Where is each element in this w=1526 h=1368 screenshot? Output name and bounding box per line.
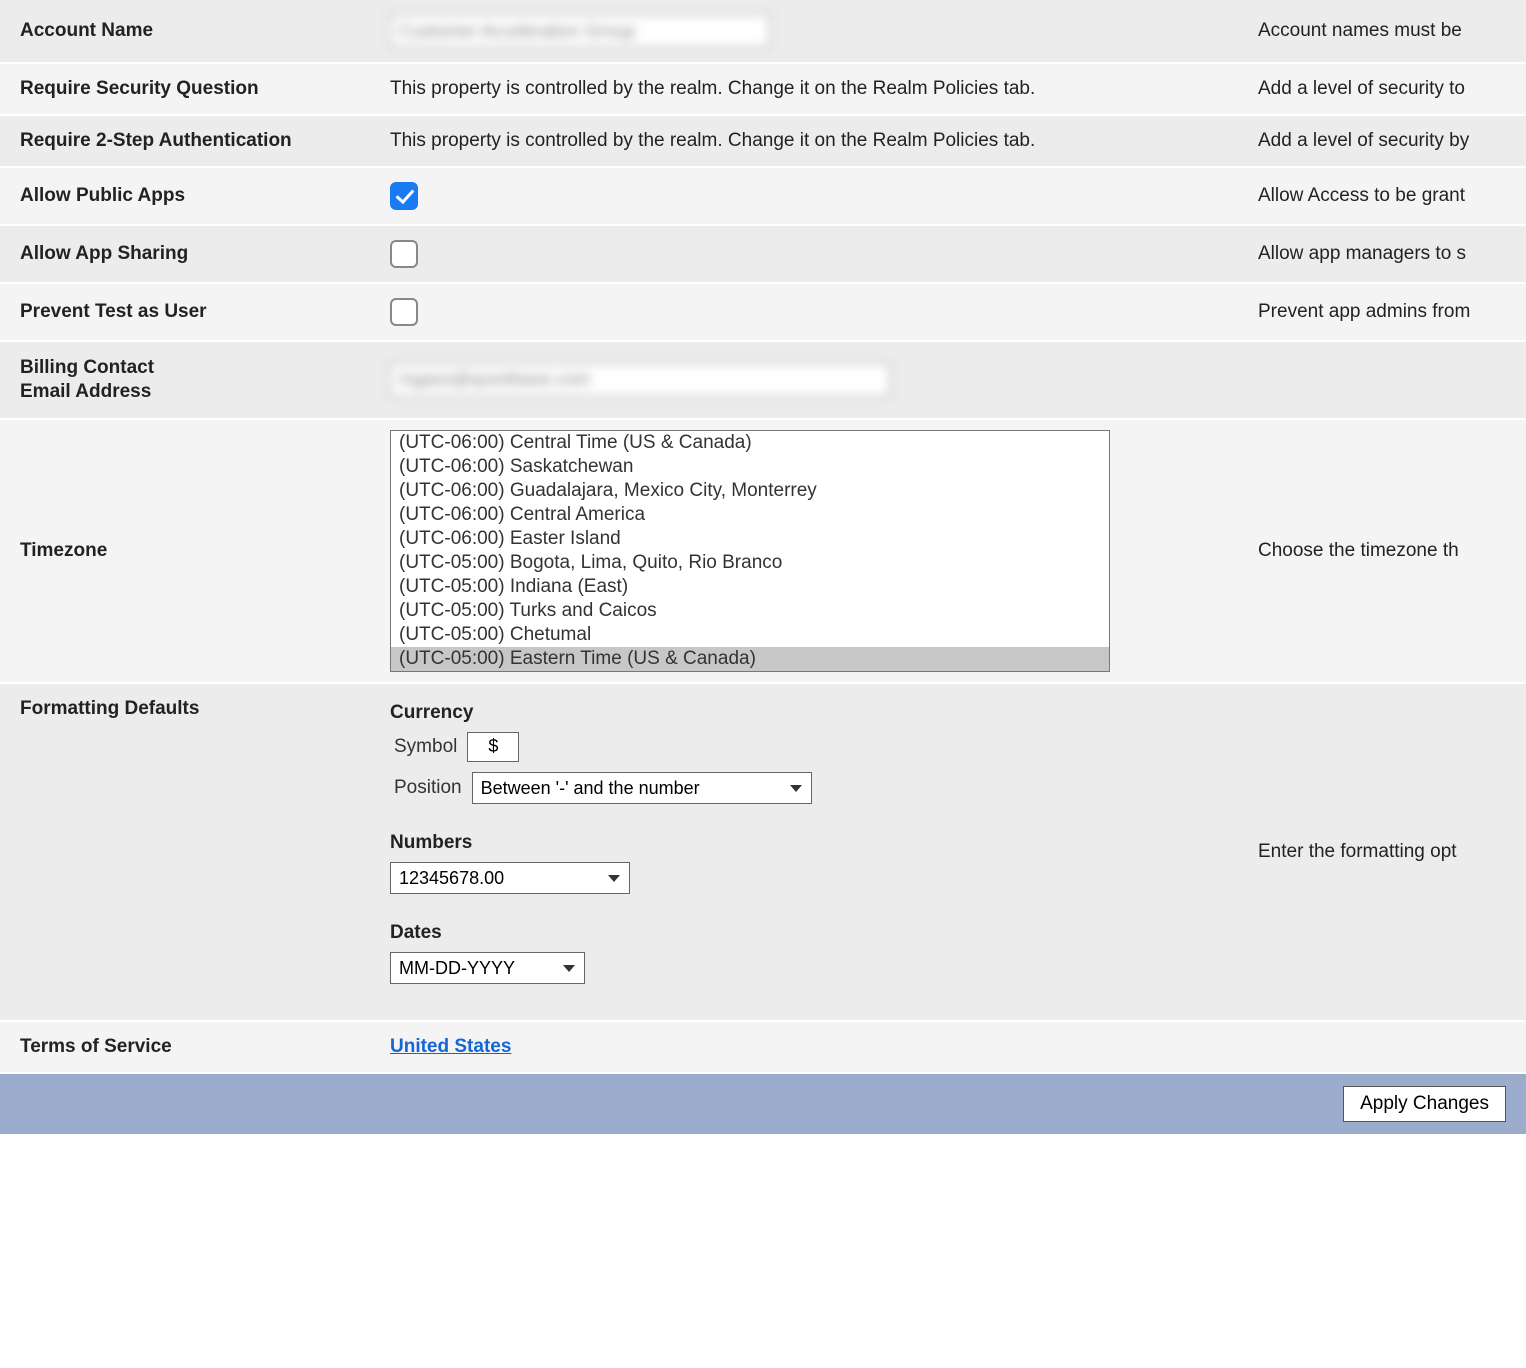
timezone-option[interactable]: (UTC-05:00) Turks and Caicos: [391, 599, 1109, 623]
timezone-listbox[interactable]: (UTC-06:00) Central Time (US & Canada)(U…: [390, 430, 1110, 672]
dates-row: MM-DD-YYYY: [390, 952, 585, 984]
currency-position-row: Position Between '-' and the number: [394, 772, 812, 804]
label-allow-public-apps: Allow Public Apps: [0, 168, 370, 224]
value-account-name: [370, 0, 1240, 62]
row-allow-app-sharing: Allow App Sharing Allow app managers to …: [0, 226, 1526, 284]
value-require-2fa: This property is controlled by the realm…: [370, 116, 1240, 166]
value-allow-public-apps: [370, 168, 1240, 224]
value-formatting-defaults: Currency Symbol Position Between '-' and…: [370, 684, 1240, 1020]
row-billing-contact: Billing Contact Email Address: [0, 342, 1526, 420]
settings-table: Account Name Account names must be Requi…: [0, 0, 1526, 1074]
row-terms-of-service: Terms of Service United States: [0, 1022, 1526, 1074]
label-account-name: Account Name: [0, 0, 370, 62]
billing-label-text: Billing Contact Email Address: [20, 356, 154, 404]
label-billing-contact: Billing Contact Email Address: [0, 342, 370, 418]
timezone-option[interactable]: (UTC-05:00) Bogota, Lima, Quito, Rio Bra…: [391, 551, 1109, 575]
timezone-option[interactable]: (UTC-06:00) Central America: [391, 503, 1109, 527]
label-terms-of-service: Terms of Service: [0, 1022, 370, 1072]
label-timezone: Timezone: [0, 420, 370, 682]
timezone-option[interactable]: (UTC-06:00) Easter Island: [391, 527, 1109, 551]
timezone-option[interactable]: (UTC-06:00) Central Time (US & Canada): [391, 431, 1109, 455]
desc-account-name: Account names must be: [1240, 0, 1526, 62]
account-name-input[interactable]: [390, 14, 770, 48]
row-allow-public-apps: Allow Public Apps Allow Access to be gra…: [0, 168, 1526, 226]
desc-formatting-defaults: Enter the formatting opt: [1240, 684, 1526, 1020]
currency-position-select-wrap: Between '-' and the number: [472, 772, 812, 804]
label-allow-app-sharing: Allow App Sharing: [0, 226, 370, 282]
value-terms-of-service: United States: [370, 1022, 1240, 1072]
currency-position-label: Position: [394, 777, 462, 799]
desc-timezone: Choose the timezone th: [1240, 420, 1526, 682]
currency-symbol-label: Symbol: [394, 736, 457, 758]
row-prevent-test-user: Prevent Test as User Prevent app admins …: [0, 284, 1526, 342]
dates-heading: Dates: [390, 922, 442, 944]
label-require-security-question: Require Security Question: [0, 64, 370, 114]
timezone-option[interactable]: (UTC-06:00) Saskatchewan: [391, 455, 1109, 479]
desc-require-security-question: Add a level of security to: [1240, 64, 1526, 114]
label-require-2fa: Require 2-Step Authentication: [0, 116, 370, 166]
numbers-format-select[interactable]: 12345678.00: [390, 862, 630, 894]
row-account-name: Account Name Account names must be: [0, 0, 1526, 64]
tos-link[interactable]: United States: [390, 1036, 511, 1058]
value-require-security-question: This property is controlled by the realm…: [370, 64, 1240, 114]
row-require-security-question: Require Security Question This property …: [0, 64, 1526, 116]
realm-text-security-question: This property is controlled by the realm…: [390, 78, 1035, 100]
allow-public-apps-checkbox[interactable]: [390, 182, 418, 210]
timezone-option[interactable]: (UTC-05:00) Eastern Time (US & Canada): [391, 647, 1109, 671]
label-formatting-defaults: Formatting Defaults: [0, 684, 370, 1020]
value-billing-contact: [370, 342, 1240, 418]
desc-prevent-test-user: Prevent app admins from: [1240, 284, 1526, 340]
label-prevent-test-user: Prevent Test as User: [0, 284, 370, 340]
action-bar: Apply Changes: [0, 1074, 1526, 1134]
timezone-option[interactable]: (UTC-06:00) Guadalajara, Mexico City, Mo…: [391, 479, 1109, 503]
allow-app-sharing-checkbox[interactable]: [390, 240, 418, 268]
currency-position-select[interactable]: Between '-' and the number: [472, 772, 812, 804]
desc-terms-of-service: [1240, 1022, 1526, 1072]
row-formatting-defaults: Formatting Defaults Currency Symbol Posi…: [0, 684, 1526, 1022]
prevent-test-user-checkbox[interactable]: [390, 298, 418, 326]
billing-email-input[interactable]: [390, 363, 890, 397]
desc-allow-public-apps: Allow Access to be grant: [1240, 168, 1526, 224]
currency-symbol-input[interactable]: [467, 732, 519, 762]
apply-changes-button[interactable]: Apply Changes: [1343, 1086, 1506, 1122]
timezone-option[interactable]: (UTC-05:00) Chetumal: [391, 623, 1109, 647]
desc-require-2fa: Add a level of security by: [1240, 116, 1526, 166]
numbers-row: 12345678.00: [390, 862, 630, 894]
numbers-select-wrap: 12345678.00: [390, 862, 630, 894]
currency-symbol-row: Symbol: [394, 732, 519, 762]
desc-allow-app-sharing: Allow app managers to s: [1240, 226, 1526, 282]
value-prevent-test-user: [370, 284, 1240, 340]
value-timezone: (UTC-06:00) Central Time (US & Canada)(U…: [370, 420, 1240, 682]
numbers-heading: Numbers: [390, 832, 472, 854]
dates-select-wrap: MM-DD-YYYY: [390, 952, 585, 984]
desc-billing-contact: [1240, 342, 1526, 418]
row-require-2fa: Require 2-Step Authentication This prope…: [0, 116, 1526, 168]
realm-text-2fa: This property is controlled by the realm…: [390, 130, 1035, 152]
timezone-option[interactable]: (UTC-05:00) Indiana (East): [391, 575, 1109, 599]
value-allow-app-sharing: [370, 226, 1240, 282]
row-timezone: Timezone (UTC-06:00) Central Time (US & …: [0, 420, 1526, 684]
dates-format-select[interactable]: MM-DD-YYYY: [390, 952, 585, 984]
currency-heading: Currency: [390, 702, 473, 724]
